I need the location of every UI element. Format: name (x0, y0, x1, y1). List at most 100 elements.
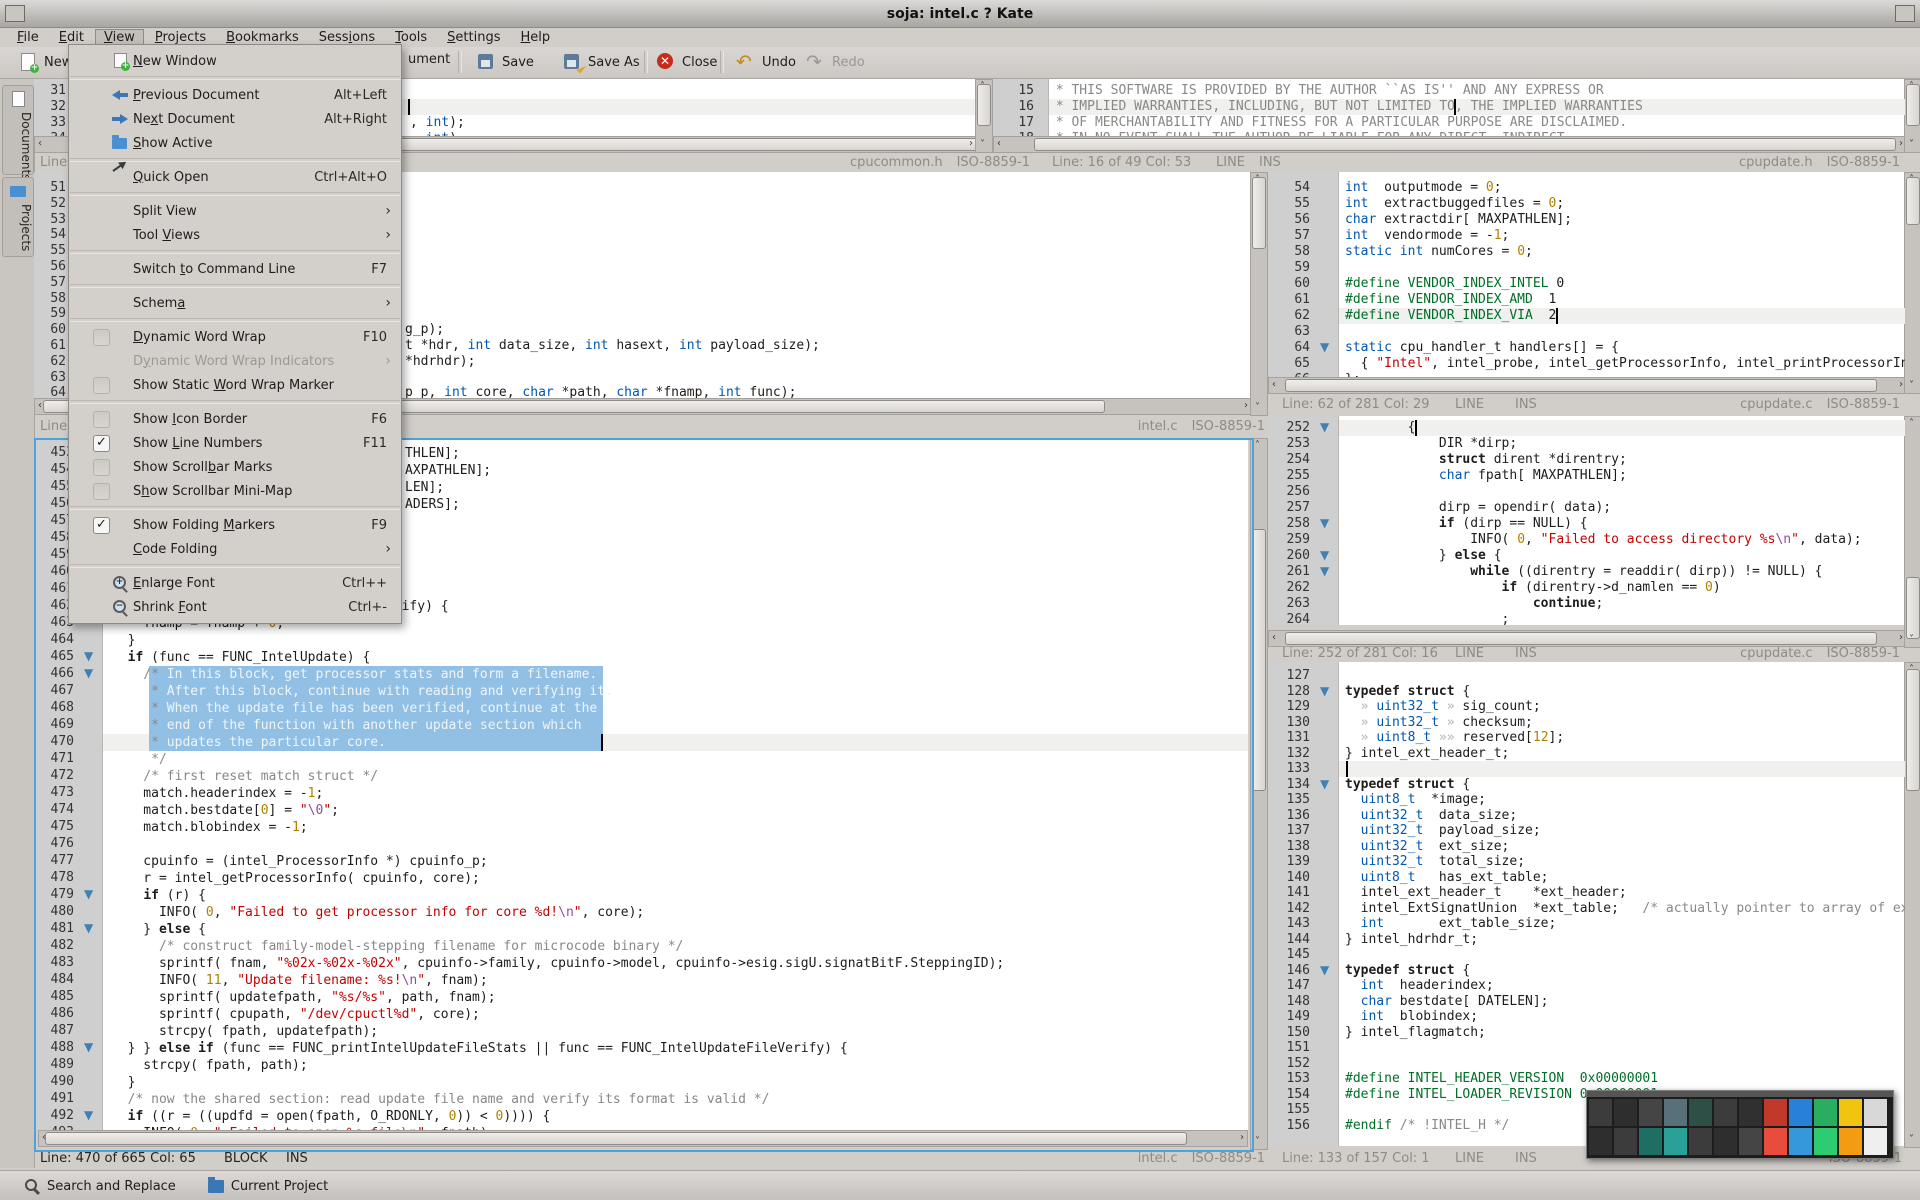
window-maximize-icon[interactable] (1895, 5, 1915, 22)
scroll-down-icon[interactable]: ˅ (980, 140, 985, 150)
horizontal-scrollbar[interactable]: ‹› (1268, 630, 1907, 647)
menubar-item-tools[interactable]: Tools (386, 29, 436, 46)
fold-marker-icon[interactable]: ▼ (1320, 777, 1329, 791)
fold-marker-icon[interactable]: ▼ (84, 1108, 93, 1122)
pager-cell[interactable] (1664, 1128, 1687, 1155)
fold-marker-icon[interactable]: ▼ (84, 887, 93, 901)
menubar-item-sessions[interactable]: Sessions (310, 29, 384, 46)
menubar-item-settings[interactable]: Settings (438, 29, 509, 46)
pager-cell[interactable] (1839, 1099, 1862, 1126)
scroll-down-icon[interactable]: ˅ (1909, 140, 1914, 150)
menu-item-next-document[interactable]: Next DocumentAlt+Right (69, 107, 401, 131)
taskbar-item-current-project[interactable]: Current Project (200, 1177, 336, 1196)
window-menu-icon[interactable] (5, 5, 25, 22)
pager-cell[interactable] (1689, 1128, 1712, 1155)
editor-pane-g[interactable]: 127128▼typedef struct {129 » uint32_t » … (1268, 662, 1905, 1146)
menubar-item-bookmarks[interactable]: Bookmarks (217, 29, 308, 46)
pager-cell[interactable] (1714, 1128, 1737, 1155)
pager-cell[interactable] (1639, 1128, 1662, 1155)
scroll-left-icon[interactable]: ‹ (42, 1133, 46, 1143)
menu-item-show-folding-markers[interactable]: ✓Show Folding MarkersF9 (69, 513, 401, 537)
menu-item-switch-to-command-line[interactable]: Switch to Command LineF7 (69, 257, 401, 281)
scrollbar-thumb[interactable] (1034, 138, 1896, 151)
scroll-down-icon[interactable]: ˅ (1909, 1135, 1914, 1145)
pager-cell[interactable] (1864, 1128, 1887, 1155)
fold-marker-icon[interactable]: ▼ (84, 649, 93, 663)
scroll-up-icon[interactable]: ˄ (1255, 175, 1260, 185)
menu-item-dynamic-word-wrap[interactable]: Dynamic Word WrapF10 (69, 325, 401, 349)
menubar-item-view[interactable]: View (95, 29, 144, 46)
menu-item-shrink-font[interactable]: −Shrink FontCtrl+- (69, 595, 401, 619)
menu-item-enlarge-font[interactable]: +Enlarge FontCtrl++ (69, 571, 401, 595)
pager-cell[interactable] (1764, 1099, 1787, 1126)
scroll-down-icon[interactable]: ˅ (1909, 381, 1914, 391)
editor-pane-b[interactable]: 15 * THIS SOFTWARE IS PROVIDED BY THE AU… (993, 79, 1905, 136)
pager-cell[interactable] (1689, 1099, 1712, 1126)
scroll-up-icon[interactable]: ˄ (1909, 175, 1914, 185)
scroll-down-icon[interactable]: ˅ (1255, 1137, 1260, 1147)
editor-pane-f[interactable]: 252▼ {253 DIR *dirp;254 struct dirent *d… (1268, 416, 1905, 625)
editor-pane-d[interactable]: 54int outputmode = 0;55int extractbugged… (1268, 172, 1905, 377)
taskbar-item-search-and-replace[interactable]: Search and Replace (16, 1176, 184, 1196)
pager-cell[interactable] (1614, 1099, 1637, 1126)
checkbox-icon[interactable] (93, 377, 110, 394)
vertical-scrollbar[interactable]: ˄˅ (1904, 416, 1920, 648)
scroll-left-icon[interactable]: ‹ (1272, 633, 1276, 643)
scrollbar-thumb[interactable] (1252, 529, 1266, 791)
scroll-up-icon[interactable]: ˄ (980, 82, 985, 92)
menubar-item-help[interactable]: Help (512, 29, 560, 46)
vertical-scrollbar[interactable]: ˄˅ (1904, 662, 1920, 1148)
fold-marker-icon[interactable]: ▼ (84, 1040, 93, 1054)
undo-button[interactable]: ↶Undo (730, 50, 802, 74)
scrollbar-thumb[interactable] (1285, 632, 1877, 645)
scroll-right-icon[interactable]: › (1240, 1133, 1244, 1143)
scrollbar-thumb[interactable] (1906, 577, 1920, 639)
pager-cell[interactable] (1789, 1099, 1812, 1126)
fold-marker-icon[interactable]: ▼ (1320, 516, 1329, 530)
checkbox-icon[interactable] (93, 329, 110, 346)
menu-item-schema[interactable]: Schema› (69, 291, 401, 315)
scroll-right-icon[interactable]: › (969, 139, 973, 149)
menu-item-show-icon-border[interactable]: Show Icon BorderF6 (69, 407, 401, 431)
pager-cell[interactable] (1814, 1128, 1837, 1155)
menubar-item-edit[interactable]: Edit (50, 29, 93, 46)
pager-cell[interactable] (1789, 1128, 1812, 1155)
save-as-button[interactable]: Save As (556, 50, 646, 74)
fold-marker-icon[interactable]: ▼ (1320, 684, 1329, 698)
scrollbar-thumb[interactable] (1906, 669, 1920, 791)
horizontal-scrollbar[interactable]: ‹› (38, 1130, 1248, 1147)
sidebar-tab-documents[interactable]: Documents (2, 85, 34, 175)
scrollbar-thumb[interactable] (1252, 177, 1266, 249)
title-bar[interactable]: soja: intel.c ? Kate (0, 0, 1920, 28)
pager-cell[interactable] (1589, 1128, 1612, 1155)
horizontal-scrollbar[interactable]: ‹› (993, 136, 1907, 153)
scrollbar-thumb[interactable] (45, 1132, 1187, 1145)
menu-item-code-folding[interactable]: Code Folding› (69, 537, 401, 561)
vertical-scrollbar[interactable]: ˄˅ (1250, 438, 1268, 1150)
fold-marker-icon[interactable]: ▼ (1320, 963, 1329, 977)
close-button[interactable]: ✕Close (650, 50, 723, 74)
scroll-right-icon[interactable]: › (1244, 401, 1248, 411)
pager-cell[interactable] (1739, 1099, 1762, 1126)
scroll-up-icon[interactable]: ˄ (1255, 441, 1260, 451)
fold-marker-icon[interactable]: ▼ (1320, 340, 1329, 354)
scroll-left-icon[interactable]: ‹ (38, 139, 42, 149)
next-document-partial-button[interactable]: ument (402, 50, 456, 69)
menu-item-previous-document[interactable]: Previous DocumentAlt+Left (69, 83, 401, 107)
fold-marker-icon[interactable]: ▼ (84, 666, 93, 680)
vertical-scrollbar[interactable]: ˄˅ (1904, 172, 1920, 394)
fold-marker-icon[interactable]: ▼ (1320, 548, 1329, 562)
horizontal-scrollbar[interactable]: ‹› (1268, 377, 1907, 394)
redo-button[interactable]: ↷Redo (800, 50, 871, 74)
checkbox-checked-icon[interactable]: ✓ (93, 517, 110, 534)
pager-cell[interactable] (1739, 1128, 1762, 1155)
menu-item-show-active[interactable]: Show Active (69, 131, 401, 155)
pager-cell[interactable] (1614, 1128, 1637, 1155)
save-button[interactable]: Save (470, 50, 540, 74)
scroll-left-icon[interactable]: ‹ (38, 401, 42, 411)
scroll-left-icon[interactable]: ‹ (1272, 380, 1276, 390)
pager-cell[interactable] (1764, 1128, 1787, 1155)
menu-item-split-view[interactable]: Split View› (69, 199, 401, 223)
menu-item-show-scrollbar-marks[interactable]: Show Scrollbar Marks (69, 455, 401, 479)
scroll-up-icon[interactable]: ˄ (1909, 665, 1914, 675)
